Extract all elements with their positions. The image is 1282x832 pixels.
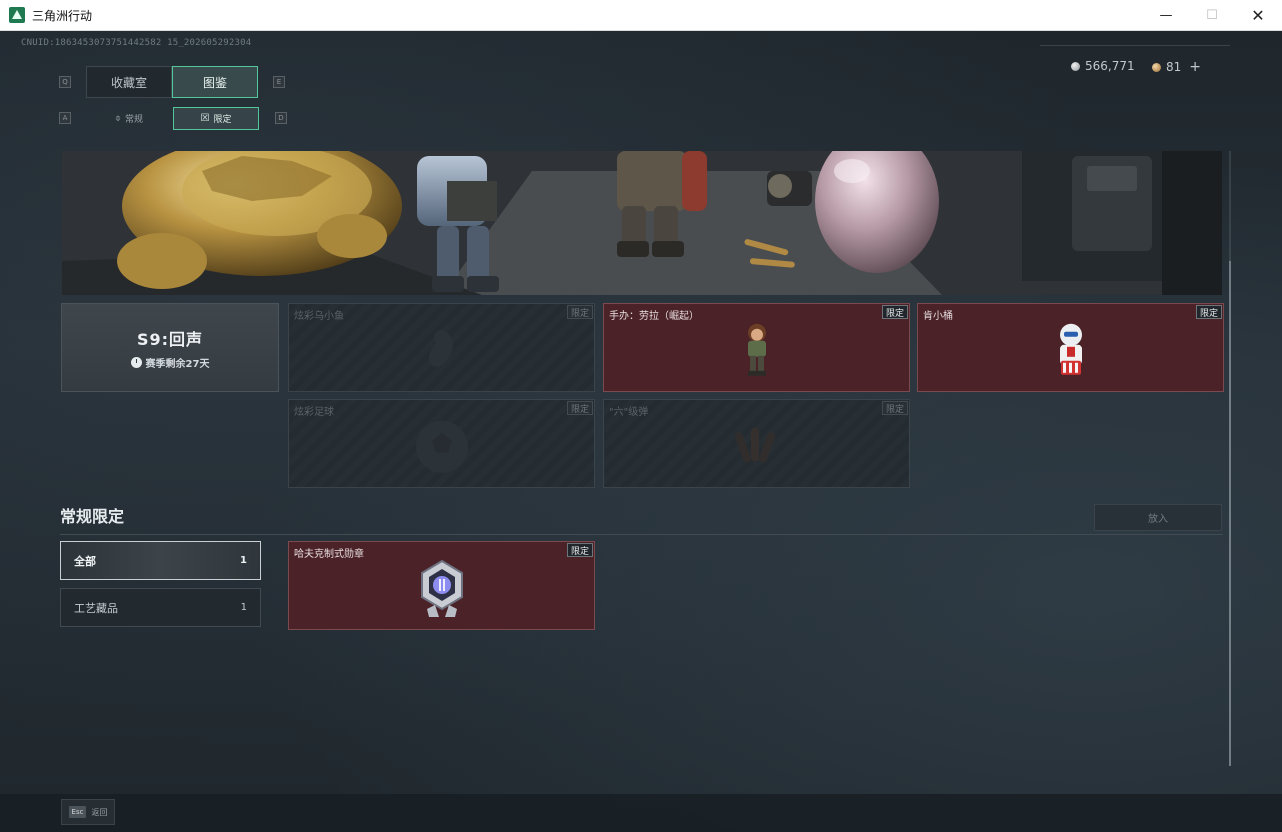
- season-info-card: S9:回声 赛季剩余27天: [61, 303, 279, 392]
- section-title-regular-limited: 常规限定: [60, 507, 125, 526]
- filter-count: 1: [240, 602, 247, 613]
- scrollbar-thumb[interactable]: [1229, 261, 1231, 766]
- bronze-coin-icon: [1152, 62, 1161, 72]
- season-remaining: 赛季剩余27天: [130, 355, 210, 370]
- limited-badge: 限定: [881, 401, 908, 415]
- clock-icon: [130, 356, 142, 368]
- window-titlebar: 三角洲行动 — ☐ ✕: [0, 0, 1282, 31]
- filter-all[interactable]: 全部 1: [60, 541, 261, 580]
- filter-crafted-collectibles[interactable]: 工艺藏品 1: [60, 588, 261, 627]
- subtab-regular-label: 常规: [124, 115, 143, 125]
- top-divider: [1040, 45, 1230, 46]
- limited-badge: 限定: [566, 401, 593, 415]
- filter-label: 工艺藏品: [74, 601, 118, 615]
- bronze-amount: 81: [1166, 60, 1182, 74]
- app-logo-icon: [9, 7, 25, 23]
- season-banner-image: [62, 151, 1222, 295]
- bullet-cluster-icon: [734, 427, 775, 463]
- item-card-colorful-fish[interactable]: 炫彩乌小鱼 限定: [288, 303, 595, 392]
- item-name: "六"级弹: [609, 407, 649, 418]
- import-button[interactable]: 放入: [1094, 504, 1222, 531]
- close-button[interactable]: ✕: [1235, 0, 1281, 31]
- limited-badge: 限定: [1195, 305, 1222, 319]
- silver-coin-icon: [1071, 61, 1080, 71]
- item-card-level-six-bullet[interactable]: "六"级弹 限定: [603, 399, 910, 488]
- key-hint-a: A: [59, 112, 71, 124]
- silver-currency: 566,771: [1071, 59, 1135, 73]
- bronze-currency: 81 +: [1152, 59, 1201, 75]
- maximize-button[interactable]: ☐: [1189, 0, 1235, 31]
- item-card-lara-figure[interactable]: 手办：劳拉（崛起） 限定: [603, 303, 910, 392]
- subtab-regular[interactable]: ⌽ 常规: [86, 107, 172, 130]
- item-name: 肯小桶: [923, 311, 953, 322]
- bottle-icon: ⌽: [114, 113, 121, 124]
- key-hint-q: Q: [59, 76, 71, 88]
- subtab-limited-label: 限定: [213, 115, 232, 125]
- item-name: 手办：劳拉（崛起）: [609, 311, 699, 322]
- season-title: S9:回声: [136, 329, 204, 349]
- player-uid: CNUID:1863453073751442582 15_20260529230…: [21, 38, 252, 48]
- bottom-bar: [0, 794, 1282, 832]
- esc-key-hint: Esc: [68, 806, 87, 818]
- limited-badge: 限定: [566, 543, 593, 557]
- football-icon: [415, 420, 468, 473]
- silver-amount: 566,771: [1085, 59, 1135, 73]
- key-hint-d: D: [275, 112, 287, 124]
- game-viewport: CNUID:1863453073751442582 15_20260529230…: [0, 31, 1282, 832]
- item-name: 哈夫克制式勋章: [294, 549, 364, 560]
- item-card-colorful-football[interactable]: 炫彩足球 限定: [288, 399, 595, 488]
- window-title: 三角洲行动: [32, 8, 93, 23]
- ken-bucket-figure-icon: [1059, 323, 1082, 375]
- filter-count: 1: [240, 555, 247, 566]
- filter-label: 全部: [74, 554, 96, 568]
- item-card-haavk-medal[interactable]: 哈夫克制式勋章 限定: [288, 541, 595, 630]
- add-currency-button[interactable]: +: [1189, 59, 1201, 75]
- lara-figure-icon: [747, 323, 766, 376]
- item-name: 炫彩乌小鱼: [294, 311, 344, 322]
- mask-icon: ☒: [200, 113, 210, 124]
- medal-icon: [420, 559, 463, 617]
- limited-badge: 限定: [566, 305, 593, 319]
- tab-collection-room[interactable]: 收藏室: [86, 66, 172, 98]
- back-label: 返回: [91, 807, 108, 817]
- item-name: 炫彩足球: [294, 407, 334, 418]
- key-hint-e: E: [273, 76, 285, 88]
- limited-badge: 限定: [881, 305, 908, 319]
- fish-figure-icon: [428, 329, 453, 367]
- minimize-button[interactable]: —: [1143, 0, 1189, 31]
- section-divider: [60, 534, 1223, 535]
- subtab-limited[interactable]: ☒ 限定: [173, 107, 259, 130]
- item-card-ken-bucket[interactable]: 肯小桶 限定: [917, 303, 1224, 392]
- back-button[interactable]: Esc 返回: [61, 799, 115, 825]
- season-remaining-text: 赛季剩余27天: [145, 358, 210, 370]
- tab-codex[interactable]: 图鉴: [172, 66, 258, 98]
